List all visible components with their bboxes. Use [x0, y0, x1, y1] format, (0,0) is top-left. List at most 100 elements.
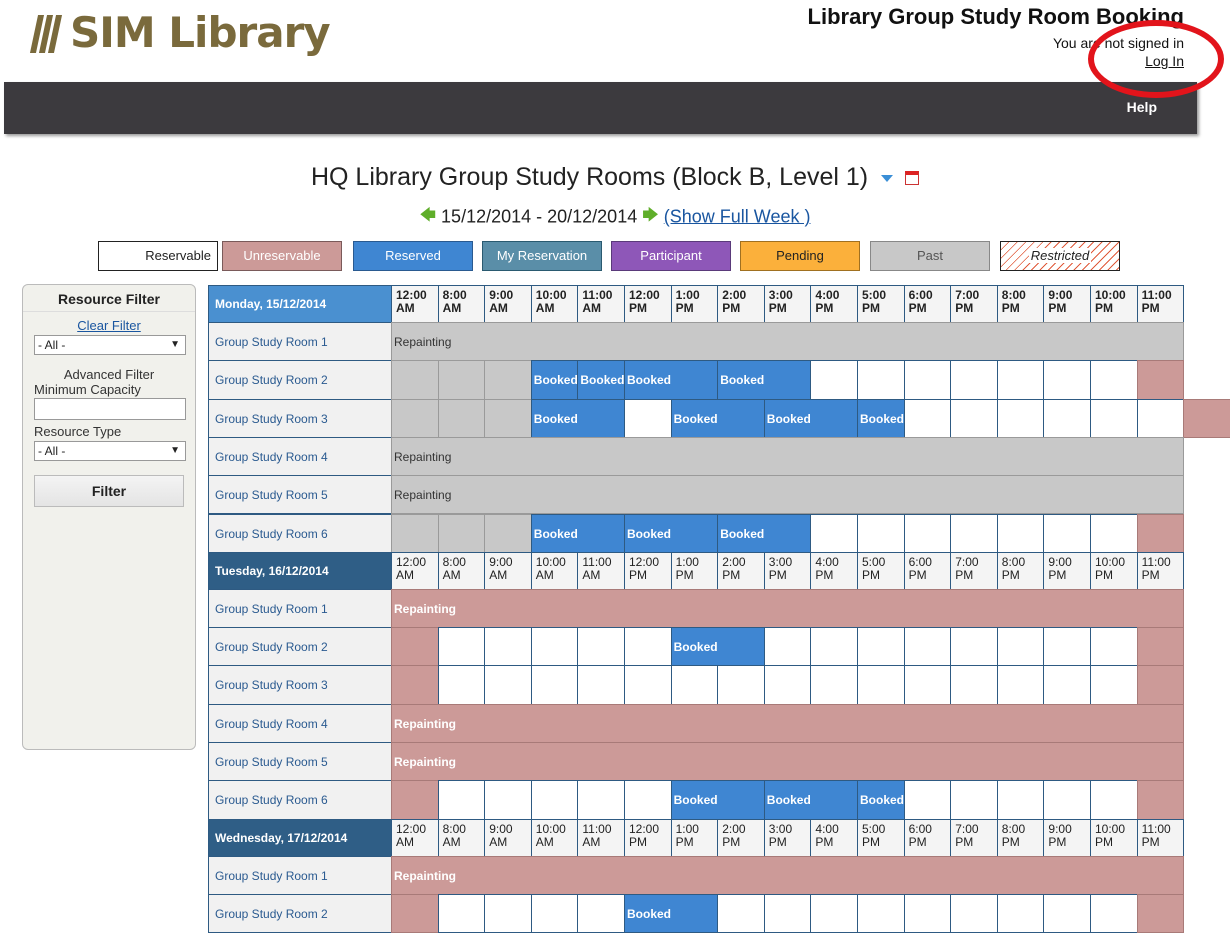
booking-slot[interactable]: Booked	[577, 360, 625, 400]
reservable-slot[interactable]	[996, 360, 1045, 400]
reservable-slot[interactable]	[903, 780, 952, 820]
room-label[interactable]: Group Study Room 4	[208, 436, 392, 477]
reservable-slot[interactable]	[810, 893, 858, 934]
reservable-slot[interactable]	[996, 665, 1045, 705]
resource-type-select[interactable]: - All - ▼	[34, 441, 186, 461]
booking-slot[interactable]: Booked	[530, 513, 625, 553]
reservable-slot[interactable]	[624, 780, 672, 820]
reservable-slot[interactable]	[996, 398, 1045, 438]
reservable-slot[interactable]	[996, 780, 1045, 820]
reservable-slot[interactable]	[624, 665, 672, 705]
reservable-slot[interactable]	[624, 398, 672, 438]
reservable-slot[interactable]	[530, 893, 579, 934]
reservable-slot[interactable]	[950, 627, 998, 667]
reservable-slot[interactable]	[1043, 665, 1091, 705]
reservable-slot[interactable]	[577, 627, 625, 667]
room-label[interactable]: Group Study Room 3	[208, 665, 392, 705]
reservable-slot[interactable]	[577, 780, 625, 820]
reservable-slot[interactable]	[903, 893, 952, 934]
show-full-week-link[interactable]: (Show Full Week )	[664, 206, 811, 226]
login-link[interactable]: Log In	[1145, 53, 1184, 69]
filter-icon[interactable]	[881, 174, 894, 182]
booking-slot[interactable]: Booked	[857, 398, 905, 438]
room-label[interactable]: Group Study Room 5	[208, 742, 392, 782]
booking-slot[interactable]: Booked	[624, 513, 719, 553]
booking-slot[interactable]: Booked	[670, 627, 765, 667]
resource-select[interactable]: - All - ▼	[34, 335, 186, 355]
reservable-slot[interactable]	[437, 627, 486, 667]
reservable-slot[interactable]	[903, 627, 952, 667]
reservable-slot[interactable]	[530, 780, 579, 820]
reservable-slot[interactable]	[530, 627, 579, 667]
right-arrow-icon[interactable]: 🡆	[642, 204, 659, 231]
reservable-slot[interactable]	[950, 780, 998, 820]
reservable-slot[interactable]	[903, 513, 952, 553]
reservable-slot[interactable]	[903, 398, 952, 438]
room-label[interactable]: Group Study Room 2	[208, 360, 392, 400]
reservable-slot[interactable]	[810, 627, 858, 667]
reservable-slot[interactable]	[857, 360, 905, 400]
reservable-slot[interactable]	[1090, 627, 1138, 667]
sim-library-logo[interactable]: SIM Library	[29, 8, 331, 57]
reservable-slot[interactable]	[950, 893, 998, 934]
booking-slot[interactable]: Booked	[670, 398, 765, 438]
reservable-slot[interactable]	[1043, 780, 1091, 820]
reservable-slot[interactable]	[810, 360, 858, 400]
reservable-slot[interactable]	[1043, 398, 1091, 438]
calendar-icon[interactable]	[905, 171, 920, 186]
reservable-slot[interactable]	[857, 627, 905, 667]
reservable-slot[interactable]	[810, 513, 858, 553]
reservable-slot[interactable]	[950, 398, 998, 438]
clear-filter-link[interactable]: Clear Filter	[23, 318, 195, 333]
reservable-slot[interactable]	[857, 665, 905, 705]
room-label[interactable]: Group Study Room 6	[208, 513, 392, 553]
reservable-slot[interactable]	[1043, 627, 1091, 667]
reservable-slot[interactable]	[1090, 665, 1138, 705]
reservable-slot[interactable]	[1090, 360, 1138, 400]
reservable-slot[interactable]	[1090, 398, 1138, 438]
reservable-slot[interactable]	[950, 665, 998, 705]
booking-slot[interactable]: Booked	[530, 360, 579, 400]
reservable-slot[interactable]	[1043, 513, 1091, 553]
reservable-slot[interactable]	[577, 893, 625, 934]
left-arrow-icon[interactable]: 🡄	[420, 204, 437, 231]
reservable-slot[interactable]	[577, 665, 625, 705]
booking-slot[interactable]: Booked	[763, 780, 858, 820]
reservable-slot[interactable]	[1043, 360, 1091, 400]
reservable-slot[interactable]	[950, 360, 998, 400]
reservable-slot[interactable]	[763, 665, 812, 705]
reservable-slot[interactable]	[484, 627, 532, 667]
reservable-slot[interactable]	[950, 513, 998, 553]
booking-slot[interactable]: Booked	[670, 780, 765, 820]
reservable-slot[interactable]	[857, 513, 905, 553]
filter-button[interactable]: Filter	[34, 475, 184, 507]
room-label[interactable]: Group Study Room 2	[208, 893, 392, 934]
booking-slot[interactable]: Booked	[717, 360, 812, 400]
room-label[interactable]: Group Study Room 4	[208, 703, 392, 743]
reservable-slot[interactable]	[1090, 513, 1138, 553]
room-label[interactable]: Group Study Room 6	[208, 780, 392, 820]
reservable-slot[interactable]	[670, 665, 719, 705]
reservable-slot[interactable]	[624, 627, 672, 667]
room-label[interactable]: Group Study Room 3	[208, 398, 392, 438]
booking-slot[interactable]: Booked	[857, 780, 905, 820]
reservable-slot[interactable]	[437, 893, 486, 934]
reservable-slot[interactable]	[484, 893, 532, 934]
min-capacity-input[interactable]	[34, 398, 186, 420]
room-label[interactable]: Group Study Room 2	[208, 627, 392, 667]
room-label[interactable]: Group Study Room 5	[208, 475, 392, 515]
booking-slot[interactable]: Booked	[530, 398, 625, 438]
reservable-slot[interactable]	[996, 513, 1045, 553]
reservable-slot[interactable]	[437, 665, 486, 705]
booking-slot[interactable]: Booked	[624, 360, 719, 400]
room-label[interactable]: Group Study Room 1	[208, 322, 392, 362]
reservable-slot[interactable]	[903, 665, 952, 705]
room-label[interactable]: Group Study Room 1	[208, 855, 392, 895]
reservable-slot[interactable]	[717, 893, 765, 934]
help-link[interactable]: Help	[1127, 99, 1157, 115]
reservable-slot[interactable]	[810, 665, 858, 705]
reservable-slot[interactable]	[1136, 398, 1185, 438]
room-label[interactable]: Group Study Room 1	[208, 588, 392, 629]
reservable-slot[interactable]	[437, 780, 486, 820]
reservable-slot[interactable]	[1090, 893, 1138, 934]
